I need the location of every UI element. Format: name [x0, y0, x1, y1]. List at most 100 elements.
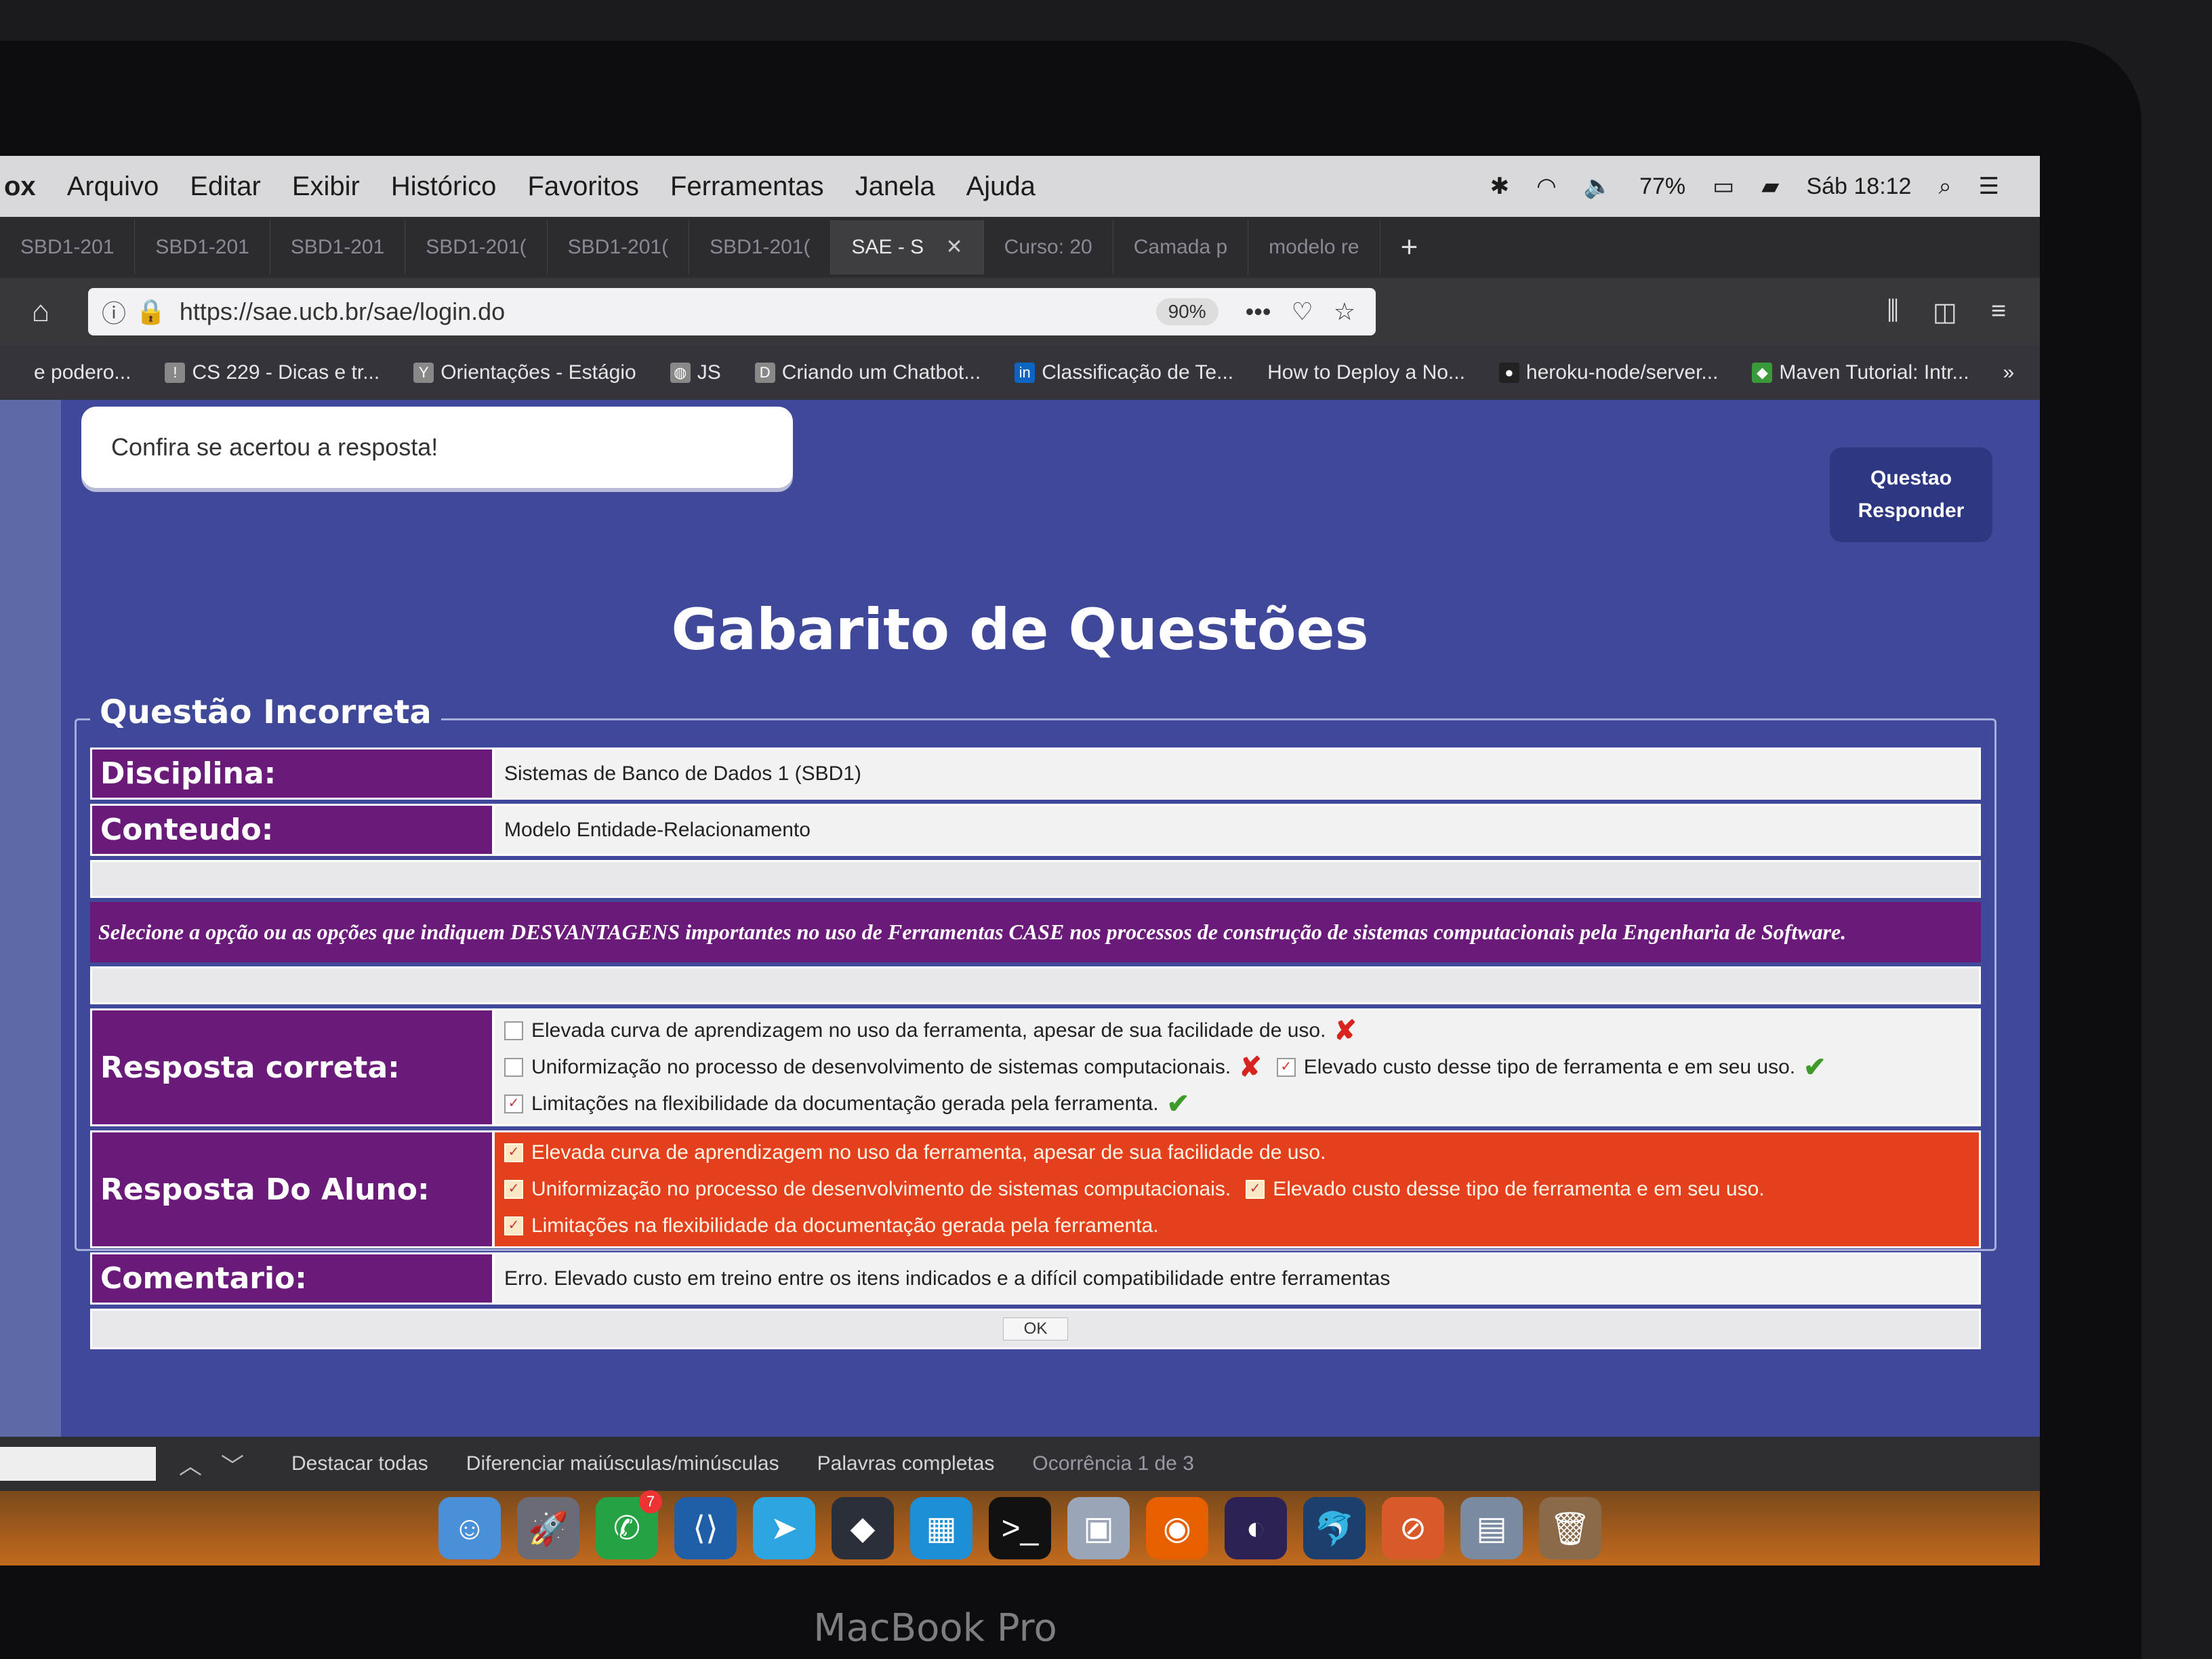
disciplina-label: Disciplina:: [92, 750, 492, 798]
library-icon[interactable]: ⫼: [1887, 297, 1898, 327]
checkbox-unchecked[interactable]: [504, 1058, 523, 1077]
bookmark-item[interactable]: e podero...: [34, 361, 131, 384]
fieldset-legend: Questão Incorreta: [90, 693, 441, 731]
clock[interactable]: Sáb 18:12: [1806, 173, 1911, 200]
more-actions-icon[interactable]: •••: [1246, 298, 1271, 326]
tab[interactable]: SBD1-201(: [548, 220, 690, 274]
checkbox-unchecked[interactable]: [504, 1021, 523, 1040]
wifi-icon[interactable]: ◠: [1536, 173, 1557, 200]
match-case-option[interactable]: Diferenciar maiúsculas/minúsculas: [466, 1452, 779, 1475]
safari-icon[interactable]: ⊘: [1382, 1497, 1444, 1559]
bookmark-item[interactable]: D Criando um Chatbot...: [754, 361, 981, 384]
menu-ajuda[interactable]: Ajuda: [966, 171, 1036, 202]
mysql-workbench-icon[interactable]: 🐬: [1303, 1497, 1366, 1559]
eclipse-icon[interactable]: ◐: [1225, 1497, 1287, 1559]
ok-row: OK: [90, 1309, 1981, 1349]
more-bookmarks-icon[interactable]: »: [2003, 361, 2040, 384]
whatsapp-icon[interactable]: ✆ 7: [596, 1490, 662, 1559]
bookmark-label: e podero...: [34, 361, 131, 384]
pocket-icon[interactable]: ♡: [1291, 298, 1313, 326]
student-option-2: ✓ Uniformização no processo de desenvolv…: [504, 1174, 1231, 1204]
find-previous-icon[interactable]: ︿: [179, 1448, 202, 1481]
whatsapp-badge: 7: [639, 1490, 662, 1513]
terminal-icon[interactable]: >_: [989, 1497, 1051, 1559]
battery-percent[interactable]: 77%: [1639, 173, 1685, 200]
correct-option-3: ✓ Elevado custo desse tipo de ferramenta…: [1276, 1052, 1826, 1082]
tab[interactable]: SBD1-201: [0, 220, 136, 274]
vscode-icon[interactable]: ⟨⟩: [674, 1497, 737, 1559]
tab[interactable]: SBD1-201(: [405, 220, 548, 274]
menu-arquivo[interactable]: Arquivo: [67, 171, 159, 202]
checkbox-checked[interactable]: ✓: [504, 1094, 523, 1113]
menu-app[interactable]: ox: [4, 171, 36, 202]
tab[interactable]: SBD1-201(: [689, 220, 832, 274]
tab-active[interactable]: SAE - S ✕: [831, 220, 984, 274]
close-tab-icon[interactable]: ✕: [946, 236, 963, 258]
questao-button[interactable]: Questao: [1870, 467, 1952, 490]
bookmark-item[interactable]: ◆ Maven Tutorial: Intr...: [1752, 361, 1969, 384]
menu-editar[interactable]: Editar: [190, 171, 261, 202]
option-text: Elevada curva de aprendizagem no uso da …: [531, 1019, 1326, 1042]
menu-icon[interactable]: ≡: [1991, 297, 2006, 327]
menu-historico[interactable]: Histórico: [391, 171, 497, 202]
checkbox-checked[interactable]: ✓: [504, 1216, 523, 1235]
page-title: Gabarito de Questões: [671, 596, 1369, 663]
lock-icon[interactable]: 🔒: [136, 298, 166, 326]
checkbox-checked[interactable]: ✓: [504, 1143, 523, 1162]
left-panel: [0, 400, 61, 1437]
checkbox-checked[interactable]: ✓: [504, 1180, 523, 1199]
bookmark-icon: D: [754, 363, 775, 383]
bookmark-item[interactable]: ● heroku-node/server...: [1498, 361, 1718, 384]
new-tab-button[interactable]: +: [1380, 220, 1439, 274]
volume-icon[interactable]: 🔈: [1584, 173, 1612, 200]
zoom-level[interactable]: 90%: [1155, 298, 1218, 325]
checkbox-checked[interactable]: ✓: [1276, 1058, 1296, 1077]
nav-bar: ⌂ ⓘ 🔒 https://sae.ucb.br/sae/login.do 90…: [0, 278, 2040, 346]
battery-icon[interactable]: ▭: [1713, 173, 1734, 200]
trash-icon[interactable]: 🗑: [1539, 1497, 1601, 1559]
bookmark-star-icon[interactable]: ☆: [1334, 298, 1355, 326]
bookmark-icon: Y: [413, 363, 434, 383]
find-input[interactable]: [0, 1447, 156, 1481]
sidebar-icon[interactable]: ◫: [1933, 297, 1957, 327]
launchpad-icon[interactable]: 🚀: [517, 1497, 579, 1559]
tab[interactable]: Curso: 20: [984, 220, 1113, 274]
virtualbox-icon[interactable]: ▣: [1067, 1497, 1130, 1559]
menu-janela[interactable]: Janela: [855, 171, 935, 202]
home-icon[interactable]: ⌂: [20, 295, 61, 329]
tab[interactable]: Camada p: [1113, 220, 1249, 274]
spotlight-icon[interactable]: ⌕: [1938, 173, 1951, 200]
bookmark-item[interactable]: ◍ JS: [670, 361, 721, 384]
url-bar[interactable]: ⓘ 🔒 https://sae.ucb.br/sae/login.do 90% …: [88, 288, 1376, 335]
bookmark-item[interactable]: How to Deploy a No...: [1267, 361, 1465, 384]
ok-button[interactable]: OK: [1002, 1317, 1069, 1340]
responder-button[interactable]: Responder: [1858, 499, 1965, 523]
whole-words-option[interactable]: Palavras completas: [817, 1452, 995, 1475]
checkbox-checked[interactable]: ✓: [1246, 1180, 1265, 1199]
notification-center-icon[interactable]: ☰: [1979, 173, 1999, 200]
info-icon[interactable]: ⓘ: [102, 294, 126, 329]
bookmark-item[interactable]: in Classificação de Te...: [1015, 361, 1233, 384]
telegram-icon[interactable]: ➤: [753, 1497, 815, 1559]
tab[interactable]: modelo re: [1248, 220, 1380, 274]
flag-icon[interactable]: ▰: [1761, 173, 1779, 200]
url-text[interactable]: https://sae.ucb.br/sae/login.do: [180, 298, 505, 326]
student-answer-row: Resposta Do Aluno: ✓ Elevada curva de ap…: [90, 1130, 1981, 1248]
correct-option-2: Uniformização no processo de desenvolvim…: [504, 1052, 1262, 1082]
spacer: [90, 860, 1981, 898]
tab[interactable]: SBD1-201: [135, 220, 270, 274]
bookmark-item[interactable]: Y Orientações - Estágio: [413, 361, 636, 384]
firefox-icon[interactable]: ◉: [1146, 1497, 1208, 1559]
highlight-all-option[interactable]: Destacar todas: [291, 1452, 428, 1475]
menu-ferramentas[interactable]: Ferramentas: [670, 171, 824, 202]
preview-icon[interactable]: ▤: [1460, 1497, 1523, 1559]
docker-icon[interactable]: ▦: [910, 1497, 972, 1559]
finder-icon[interactable]: ☺: [438, 1497, 501, 1559]
bluetooth-icon[interactable]: ✱: [1490, 173, 1510, 200]
find-next-icon[interactable]: ﹀: [221, 1448, 244, 1481]
tab[interactable]: SBD1-201: [270, 220, 406, 274]
menu-exibir[interactable]: Exibir: [292, 171, 360, 202]
bookmark-item[interactable]: ! CS 229 - Dicas e tr...: [165, 361, 380, 384]
menu-favoritos[interactable]: Favoritos: [527, 171, 639, 202]
sourcetree-icon[interactable]: ◆: [832, 1497, 894, 1559]
